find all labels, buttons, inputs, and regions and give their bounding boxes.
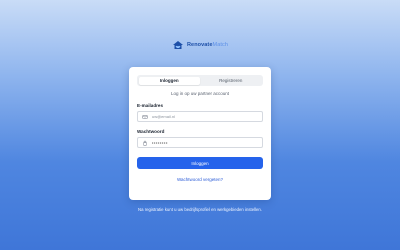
auth-tabs: Inloggen Registreren [137, 75, 263, 86]
footer-note: Na registratie kunt u uw bedrijfsprofiel… [138, 207, 262, 212]
password-label: Wachtwoord [137, 129, 165, 134]
login-button[interactable]: Inloggen [137, 157, 263, 169]
brand-header: RenovateMatch [0, 40, 400, 50]
mail-icon [142, 114, 148, 119]
lock-icon [143, 140, 147, 145]
house-handshake-icon [172, 41, 183, 49]
password-field[interactable] [137, 137, 263, 148]
password-input[interactable] [152, 140, 258, 145]
tab-register[interactable]: Registreren [200, 77, 262, 85]
brand-name: RenovateMatch [187, 42, 228, 48]
email-label: E-mailadres [137, 103, 164, 108]
brand-name-part1: Renovate [186, 42, 213, 48]
brand-name-part2: Match [212, 42, 229, 48]
forgot-password-link[interactable]: Wachtwoord vergeten? [137, 177, 263, 182]
card-subtitle: Log in op uw partner account [170, 91, 230, 96]
email-field[interactable] [137, 111, 263, 122]
tab-login[interactable]: Inloggen [138, 76, 200, 85]
email-input[interactable] [152, 114, 258, 119]
login-card: Inloggen Registreren Log in op uw partne… [129, 67, 271, 200]
